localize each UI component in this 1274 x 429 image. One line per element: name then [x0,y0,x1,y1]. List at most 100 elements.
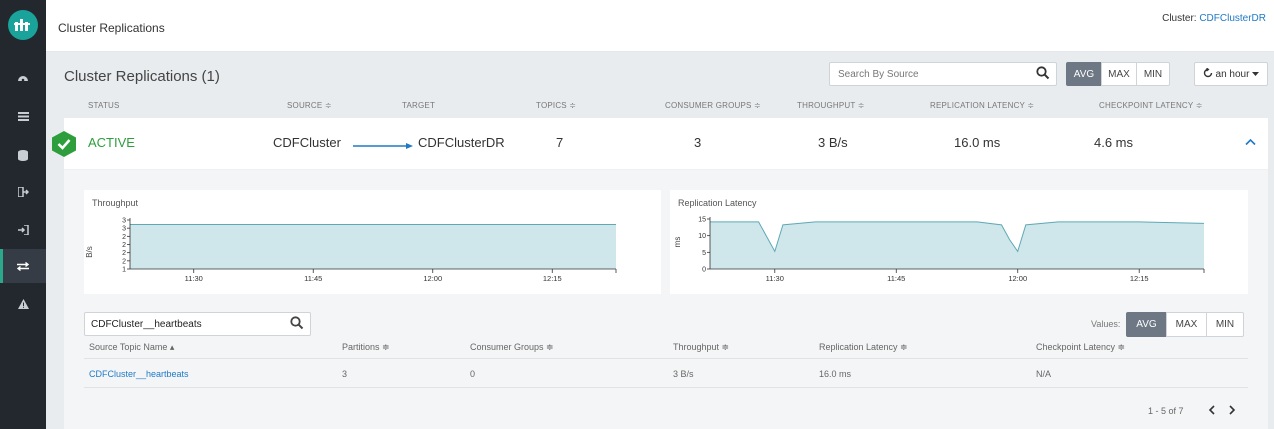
latency-x-tick-label: 11:45 [887,274,905,283]
source-cell: CDFCluster [273,135,341,150]
col-throughput[interactable]: THROUGHPUT ≑ [797,101,865,110]
avg-button[interactable]: AVG [1066,62,1102,86]
throughput-area [130,224,616,269]
chevron-up-icon[interactable] [1245,138,1256,146]
active-badge-icon [52,131,76,157]
values-max-button[interactable]: MAX [1166,312,1207,337]
min-button[interactable]: MIN [1136,62,1170,86]
th-source-topic-name[interactable]: Source Topic Name ▴ [89,342,174,353]
col-topics[interactable]: TOPICS ≑ [536,101,576,110]
partitions-cell: 3 [342,369,348,379]
latency-chart: Replication Latency ms 15 10 5 0 11:30 11:45 1… [670,190,1248,294]
throughput-y-tick-label: 1 [122,267,126,274]
logout-icon[interactable] [0,182,46,202]
dashboard-icon[interactable] [0,67,46,87]
arrow-right-icon [353,143,413,149]
page-title: Cluster Replications [58,21,165,35]
throughput-y-tick-label: 2 [122,250,126,257]
throughput-y-tick-label: 2 [122,234,126,241]
throughput-chart-svg: B/s 332222111:30 11:45 12:00 12:15 [85,218,617,283]
col-source[interactable]: SOURCE ≑ [287,101,332,110]
throughput-y-tick-label: 3 [122,218,126,225]
alert-icon[interactable] [0,294,46,314]
login-icon[interactable] [0,220,46,240]
cluster-info: Cluster: CDFClusterDR [1162,13,1266,24]
list-icon[interactable] [0,106,46,126]
topic-name-link[interactable]: CDFCluster__heartbeats [89,369,189,379]
top-header: Cluster Replications Cluster: CDFCluster… [46,0,1274,52]
search-icon[interactable] [290,316,304,335]
throughput-cell: 3 B/s [673,369,694,379]
throughput-x-tick-label: 11:30 [185,274,203,283]
max-button[interactable]: MAX [1101,62,1137,86]
throughput-x-tick-label: 11:45 [304,274,322,283]
next-page-icon[interactable] [1228,404,1236,418]
replication-details: Throughput B/s 3 3 2 2 2 2 1 11:30 11:45 12:00 12:… [64,170,1268,429]
throughput-y-tick-label: 2 [122,258,126,265]
replication-row[interactable]: ACTIVE CDFCluster CDFClusterDR 7 3 3 B/s… [52,118,1268,170]
cluster-label: Cluster: [1162,13,1197,24]
checkpoint-latency-cell: N/A [1036,369,1052,379]
source-search-box [829,62,1057,86]
aggregation-toggle: AVG MAX MIN [1066,62,1170,86]
latency-y-tick-label: 10 [698,233,706,240]
topic-search-input[interactable] [85,313,280,335]
throughput-y-tick-label: 3 [122,226,126,233]
target-cell: CDFClusterDR [418,135,505,150]
th-checkpoint-latency[interactable]: Checkpoint Latency ≑ [1036,342,1125,353]
throughput-chart: Throughput B/s 3 3 2 2 2 2 1 11:30 11:45 12:00 12:… [84,190,661,294]
status-text: ACTIVE [88,135,135,150]
throughput-x-tick-label: 12:15 [543,274,562,283]
replication-latency-cell: 16.0 ms [954,135,1001,150]
latency-ylabel: ms [673,237,682,248]
throughput-x-tick-label: 12:00 [423,274,442,283]
throughput-ylabel: B/s [85,246,94,258]
consumer-groups-cell: 0 [470,369,476,379]
table-divider [84,387,1248,388]
database-icon[interactable] [0,145,46,165]
sidebar [0,0,46,429]
latency-x-tick-label: 12:15 [1130,274,1149,283]
topic-search-box [84,312,311,336]
throughput-cell: 3 B/s [818,135,848,150]
caret-down-icon [1252,69,1260,80]
time-range-dropdown[interactable]: an hour [1194,62,1268,86]
col-consumer-groups[interactable]: CONSUMER GROUPS ≑ [665,101,761,110]
th-partitions[interactable]: Partitions ≑ [342,342,390,353]
search-icon[interactable] [1036,66,1050,85]
values-min-button[interactable]: MIN [1206,312,1244,337]
time-range-label: an hour [1215,68,1250,80]
pagination-label: 1 - 5 of 7 [1148,406,1184,416]
latency-y-tick-label: 5 [702,250,706,257]
latency-area [710,221,1204,269]
col-status: STATUS [88,101,120,110]
table-divider [84,358,1248,359]
source-search-input[interactable] [830,63,1020,85]
latency-x-tick-label: 12:00 [1008,274,1027,283]
values-avg-button[interactable]: AVG [1126,312,1167,337]
th-replication-latency[interactable]: Replication Latency ≑ [819,342,908,353]
topics-cell: 7 [556,135,564,150]
checkpoint-latency-cell: 4.6 ms [1094,135,1134,150]
consumer-groups-cell: 3 [694,135,702,150]
replications-title: Cluster Replications (1) [64,68,220,85]
col-target: TARGET [402,101,436,110]
logo-icon[interactable] [8,10,38,40]
latency-y-tick-label: 0 [702,267,706,274]
col-replication-latency[interactable]: REPLICATION LATENCY ≑ [930,101,1034,110]
col-checkpoint-latency[interactable]: CHECKPOINT LATENCY ≑ [1099,101,1203,110]
replication-card: ACTIVE CDFCluster CDFClusterDR 7 3 3 B/s… [52,118,1268,429]
throughput-y-tick-label: 2 [122,242,126,249]
values-toggle: AVG MAX MIN [1126,312,1244,337]
latency-x-tick-label: 11:30 [766,274,784,283]
replication-icon[interactable] [0,249,46,283]
th-throughput[interactable]: Throughput ≑ [673,342,729,353]
refresh-icon [1203,67,1213,81]
latency-chart-svg: ms 15 10 5 0 11:30 11:45 12:00 12:15 [673,217,1205,283]
cluster-link[interactable]: CDFClusterDR [1199,13,1266,24]
th-consumer-groups[interactable]: Consumer Groups ≑ [470,342,554,353]
latency-y-tick-label: 15 [698,217,706,224]
replication-latency-cell: 16.0 ms [819,369,852,379]
prev-page-icon[interactable] [1208,404,1216,418]
values-label: Values: [1091,319,1121,329]
